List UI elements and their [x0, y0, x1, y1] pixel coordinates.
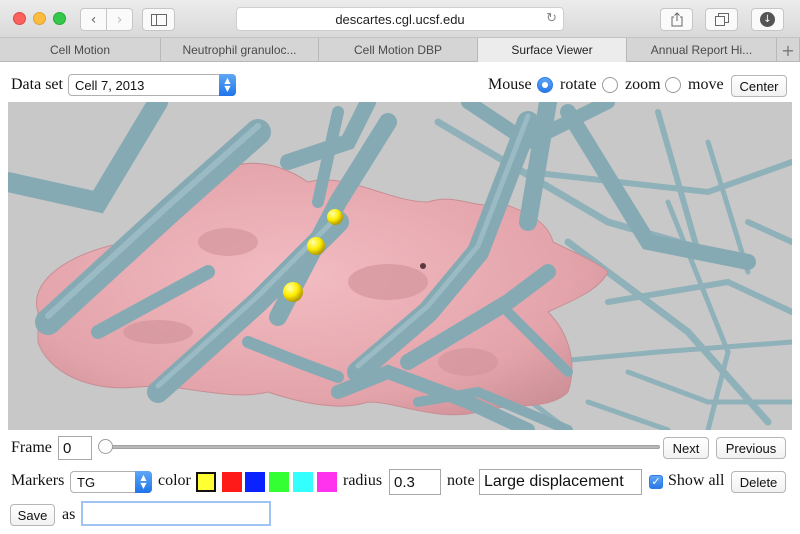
sidebar-icon	[150, 13, 167, 26]
color-swatch-cyan[interactable]	[293, 472, 313, 492]
marker-set-value: TG	[77, 474, 96, 490]
tab-label: Cell Motion DBP	[353, 43, 443, 57]
color-swatch-yellow[interactable]	[196, 472, 216, 492]
mouse-rotate-label: rotate	[560, 76, 597, 93]
tab-annual-report[interactable]: Annual Report Hi...	[627, 38, 777, 62]
chevron-left-icon: ‹	[90, 11, 97, 28]
show-all-label: Show all	[668, 472, 725, 489]
color-swatch-blue[interactable]	[245, 472, 265, 492]
plus-icon: +	[781, 40, 795, 60]
browser-titlebar: ‹ › descartes.cgl.ucsf.edu ↻ ↓	[0, 0, 800, 38]
url-text: descartes.cgl.ucsf.edu	[335, 11, 465, 27]
reload-icon[interactable]: ↻	[546, 11, 557, 26]
tab-surface-viewer[interactable]: Surface Viewer	[478, 38, 627, 62]
marker-set-select[interactable]: TG ▲ ▼	[70, 471, 152, 493]
color-swatch-green[interactable]	[269, 472, 289, 492]
mouse-rotate-radio[interactable]	[537, 77, 553, 93]
forward-button[interactable]: ›	[106, 8, 133, 31]
address-bar[interactable]: descartes.cgl.ucsf.edu ↻	[236, 7, 564, 31]
back-button[interactable]: ‹	[80, 8, 107, 31]
markers-label: Markers	[11, 472, 65, 489]
color-swatch-magenta[interactable]	[317, 472, 337, 492]
tab-cell-motion[interactable]: Cell Motion	[0, 38, 161, 62]
checkmark-icon: ✓	[651, 475, 661, 488]
previous-button[interactable]: Previous	[716, 437, 786, 459]
frame-input[interactable]: 0	[58, 436, 92, 460]
new-tab-button[interactable]: +	[777, 38, 800, 62]
surface-viewer-canvas[interactable]	[8, 102, 792, 430]
mouse-move-radio[interactable]	[665, 77, 681, 93]
show-tabs-button[interactable]	[705, 8, 738, 31]
tabs-icon	[714, 13, 729, 26]
window-zoom-button[interactable]	[53, 12, 66, 25]
tab-bar: Cell Motion Neutrophil granuloc... Cell …	[0, 38, 800, 62]
window-minimize-button[interactable]	[33, 12, 46, 25]
dataset-select[interactable]: Cell 7, 2013 ▲ ▼	[68, 74, 236, 96]
select-arrows-icon: ▲ ▼	[219, 74, 236, 96]
color-label: color	[158, 472, 191, 489]
radius-label: radius	[343, 472, 383, 489]
tab-label: Annual Report Hi...	[650, 43, 753, 57]
dataset-label: Data set	[11, 76, 63, 93]
save-as-label: as	[62, 506, 76, 523]
window-close-button[interactable]	[13, 12, 26, 25]
tab-label: Neutrophil granuloc...	[182, 43, 297, 57]
tab-label: Cell Motion	[49, 43, 111, 57]
next-button[interactable]: Next	[663, 437, 709, 459]
frame-slider-track[interactable]	[102, 445, 660, 449]
note-label: note	[447, 472, 475, 489]
mouse-move-label: move	[688, 76, 724, 93]
show-all-checkbox[interactable]: ✓	[649, 475, 663, 489]
center-button[interactable]: Center	[731, 75, 787, 97]
chevron-right-icon: ›	[116, 11, 123, 28]
delete-button[interactable]: Delete	[731, 471, 786, 493]
share-button[interactable]	[660, 8, 693, 31]
downloads-button[interactable]: ↓	[751, 8, 784, 31]
color-swatch-red[interactable]	[222, 472, 242, 492]
mouse-label: Mouse	[488, 76, 532, 93]
frame-slider-thumb[interactable]	[98, 439, 113, 454]
radius-input[interactable]: 0.3	[389, 469, 441, 495]
tab-neutrophil[interactable]: Neutrophil granuloc...	[161, 38, 319, 62]
save-name-input[interactable]	[81, 501, 271, 526]
note-input[interactable]: Large displacement	[479, 469, 642, 495]
mouse-zoom-radio[interactable]	[602, 77, 618, 93]
mouse-zoom-label: zoom	[625, 76, 661, 93]
select-arrows-icon: ▲ ▼	[135, 471, 152, 493]
sidebar-toggle-button[interactable]	[142, 8, 175, 31]
save-button[interactable]: Save	[10, 504, 55, 526]
frame-label: Frame	[11, 439, 52, 456]
download-icon: ↓	[760, 12, 775, 27]
dataset-value: Cell 7, 2013	[75, 77, 145, 93]
tab-cell-motion-dbp[interactable]: Cell Motion DBP	[319, 38, 478, 62]
share-icon	[671, 12, 682, 27]
surface-render	[8, 102, 792, 430]
tab-label: Surface Viewer	[511, 43, 593, 57]
